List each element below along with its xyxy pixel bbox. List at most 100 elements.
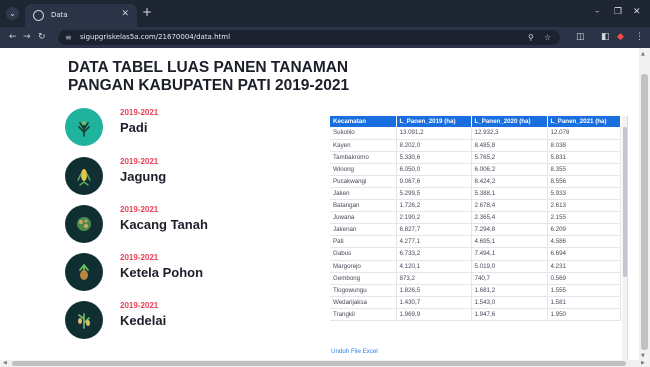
crop-name: Kedelai (120, 313, 167, 328)
panen-value-cell: 1.947,6 (471, 308, 548, 322)
table-row: Gabus 6.733,2 7.494,1 6.694 (330, 247, 621, 261)
download-excel-link[interactable]: Unduh File Excel (331, 347, 378, 356)
column-header[interactable]: L_Panen_2019 (ha) (396, 116, 472, 127)
tab-favicon-icon (33, 10, 44, 21)
sidebar-icon[interactable]: ◧ (601, 31, 610, 43)
rice-plant-icon (65, 108, 103, 146)
table-row: Gembong 873,2 740,7 0.569 (330, 272, 621, 285)
panen-value-cell: 8.038 (547, 139, 621, 152)
panen-value-cell: 2.365,4 (471, 211, 548, 225)
crop-name: Jagung (120, 169, 167, 184)
table-row: Jaken 5.299,5 5.388,1 5.933 (330, 187, 621, 201)
panen-value-cell: 8.355 (547, 163, 621, 176)
bookmark-star-icon[interactable]: ☆ (544, 31, 551, 44)
kecamatan-cell: Jakenan (330, 223, 397, 237)
maximize-icon[interactable]: ❐ (614, 6, 622, 18)
panen-value-cell: 6.694 (547, 247, 621, 261)
panen-value-cell: 5.933 (547, 187, 621, 201)
panen-value-cell: 6.006,2 (471, 163, 548, 176)
panen-value-cell: 6.050,0 (396, 163, 472, 176)
table-row: Wedarijaksa 1.430,7 1.543,0 1.581 (330, 296, 621, 309)
panen-value-cell: 1.950 (547, 308, 621, 322)
panen-value-cell: 2.190,2 (396, 211, 472, 225)
tab-title: Data (51, 11, 68, 19)
kecamatan-cell: Gabus (330, 247, 397, 261)
panen-value-cell: 1.681,2 (471, 284, 548, 297)
kecamatan-cell: Jaken (330, 187, 397, 201)
column-header[interactable]: L_Panen_2021 (ha) (547, 116, 621, 127)
extensions-icon[interactable]: ◫ (576, 31, 585, 43)
panen-value-cell: 6.827,7 (396, 223, 472, 237)
site-settings-icon[interactable]: ≡ (65, 31, 72, 44)
kecamatan-cell: Winong (330, 163, 397, 176)
panen-value-cell: 740,7 (471, 272, 548, 285)
panen-value-cell: 4.586 (547, 235, 621, 249)
table-row: Pati 4.277,1 4.695,1 4.586 (330, 235, 621, 249)
table-scrollbar-thumb[interactable] (623, 127, 627, 277)
table-row: Kayen 8.202,0 8.485,8 8.038 (330, 139, 621, 152)
scroll-up-arrow-icon[interactable]: ▲ (641, 51, 645, 57)
cassava-icon (65, 253, 103, 291)
corn-icon (65, 157, 103, 195)
scroll-right-arrow-icon[interactable]: ▶ (641, 360, 645, 367)
new-tab-icon[interactable]: + (142, 5, 152, 19)
page-title: DATA TABEL LUAS PANEN TANAMAN PANGAN KAB… (68, 59, 350, 94)
crop-years: 2019-2021 (120, 253, 159, 262)
table-row: Trangkil 1.969,9 1.947,6 1.950 (330, 308, 621, 322)
table-body: Sukolilo 13.091,2 12.932,3 12.078 Kayen 8.202… (330, 127, 621, 322)
table-scrollbar[interactable] (622, 116, 627, 360)
kecamatan-cell: Pucakwangi (330, 175, 397, 188)
address-bar[interactable]: ≡ sigupgriskelas5a.com/21670004/data.htm… (58, 30, 560, 45)
profile-icon[interactable]: ◆ (617, 31, 624, 43)
page-vertical-scrollbar-thumb[interactable] (641, 74, 648, 350)
table-header-row: Kecamatan L_Panen_2019 (ha) L_Panen_2020… (330, 116, 621, 127)
table-row: Jakenan 6.827,7 7.294,8 6.209 (330, 223, 621, 237)
column-header[interactable]: Kecamatan (330, 116, 397, 127)
peanut-icon (65, 205, 103, 243)
url-text[interactable]: sigupgriskelas5a.com/21670004/data.html (80, 31, 230, 44)
panen-value-cell: 6.209 (547, 223, 621, 237)
panen-value-cell: 8.202,0 (396, 139, 472, 152)
reload-icon[interactable]: ↻ (38, 31, 46, 43)
data-table-container[interactable]: Kecamatan L_Panen_2019 (ha) L_Panen_2020… (330, 116, 628, 360)
crop-years: 2019-2021 (120, 157, 159, 166)
kecamatan-cell: Juwana (330, 211, 397, 225)
panen-value-cell: 4.695,1 (471, 235, 548, 249)
back-icon[interactable]: ← (9, 31, 17, 43)
page-horizontal-scrollbar-thumb[interactable] (12, 361, 626, 366)
crop-name: Padi (120, 120, 148, 135)
close-icon[interactable]: ✕ (121, 8, 129, 20)
minimize-icon[interactable]: – (595, 6, 600, 18)
panen-value-cell: 13.091,2 (396, 127, 472, 140)
kecamatan-cell: Batangan (330, 199, 397, 213)
table-row: Winong 6.050,0 6.006,2 8.355 (330, 163, 621, 176)
window-close-icon[interactable]: ✕ (633, 6, 641, 18)
crop-name: Ketela Pohon (120, 265, 204, 280)
page-vertical-scrollbar[interactable]: ▲ ▼ (639, 48, 650, 360)
column-header[interactable]: L_Panen_2020 (ha) (471, 116, 548, 127)
page-horizontal-scrollbar[interactable]: ◀ ▶ (0, 360, 650, 367)
browser-tab-bar: ⌄ Data ✕ + – ❐ ✕ (0, 0, 650, 27)
tab-menu-icon[interactable]: ⌄ (6, 7, 19, 20)
panen-value-cell: 2.678,4 (471, 199, 548, 213)
scroll-left-arrow-icon[interactable]: ◀ (3, 360, 7, 367)
table-row: Margorejo 4.120,1 5.019,0 4.231 (330, 260, 621, 273)
crop-years: 2019-2021 (120, 108, 159, 117)
panen-value-cell: 0.569 (547, 272, 621, 285)
forward-icon[interactable]: → (23, 31, 31, 43)
kecamatan-cell: Sukolilo (330, 127, 397, 140)
zoom-icon[interactable]: ⚲ (528, 31, 534, 44)
panen-value-cell: 1.430,7 (396, 296, 472, 309)
page-content: DATA TABEL LUAS PANEN TANAMAN PANGAN KAB… (0, 48, 639, 360)
panen-value-cell: 1.726,2 (396, 199, 472, 213)
panen-value-cell: 873,2 (396, 272, 472, 285)
scroll-down-arrow-icon[interactable]: ▼ (641, 353, 645, 359)
crop-years: 2019-2021 (120, 205, 159, 214)
browser-tab[interactable]: Data ✕ (25, 4, 137, 27)
table-row: Pucakwangi 9.067,6 8.424,2 8.556 (330, 175, 621, 188)
panen-value-cell: 1.581 (547, 296, 621, 309)
table-row: Batangan 1.726,2 2.678,4 2.613 (330, 199, 621, 213)
kecamatan-cell: Kayen (330, 139, 397, 152)
panen-value-cell: 8.424,2 (471, 175, 548, 188)
menu-icon[interactable]: ⋮ (635, 31, 644, 43)
